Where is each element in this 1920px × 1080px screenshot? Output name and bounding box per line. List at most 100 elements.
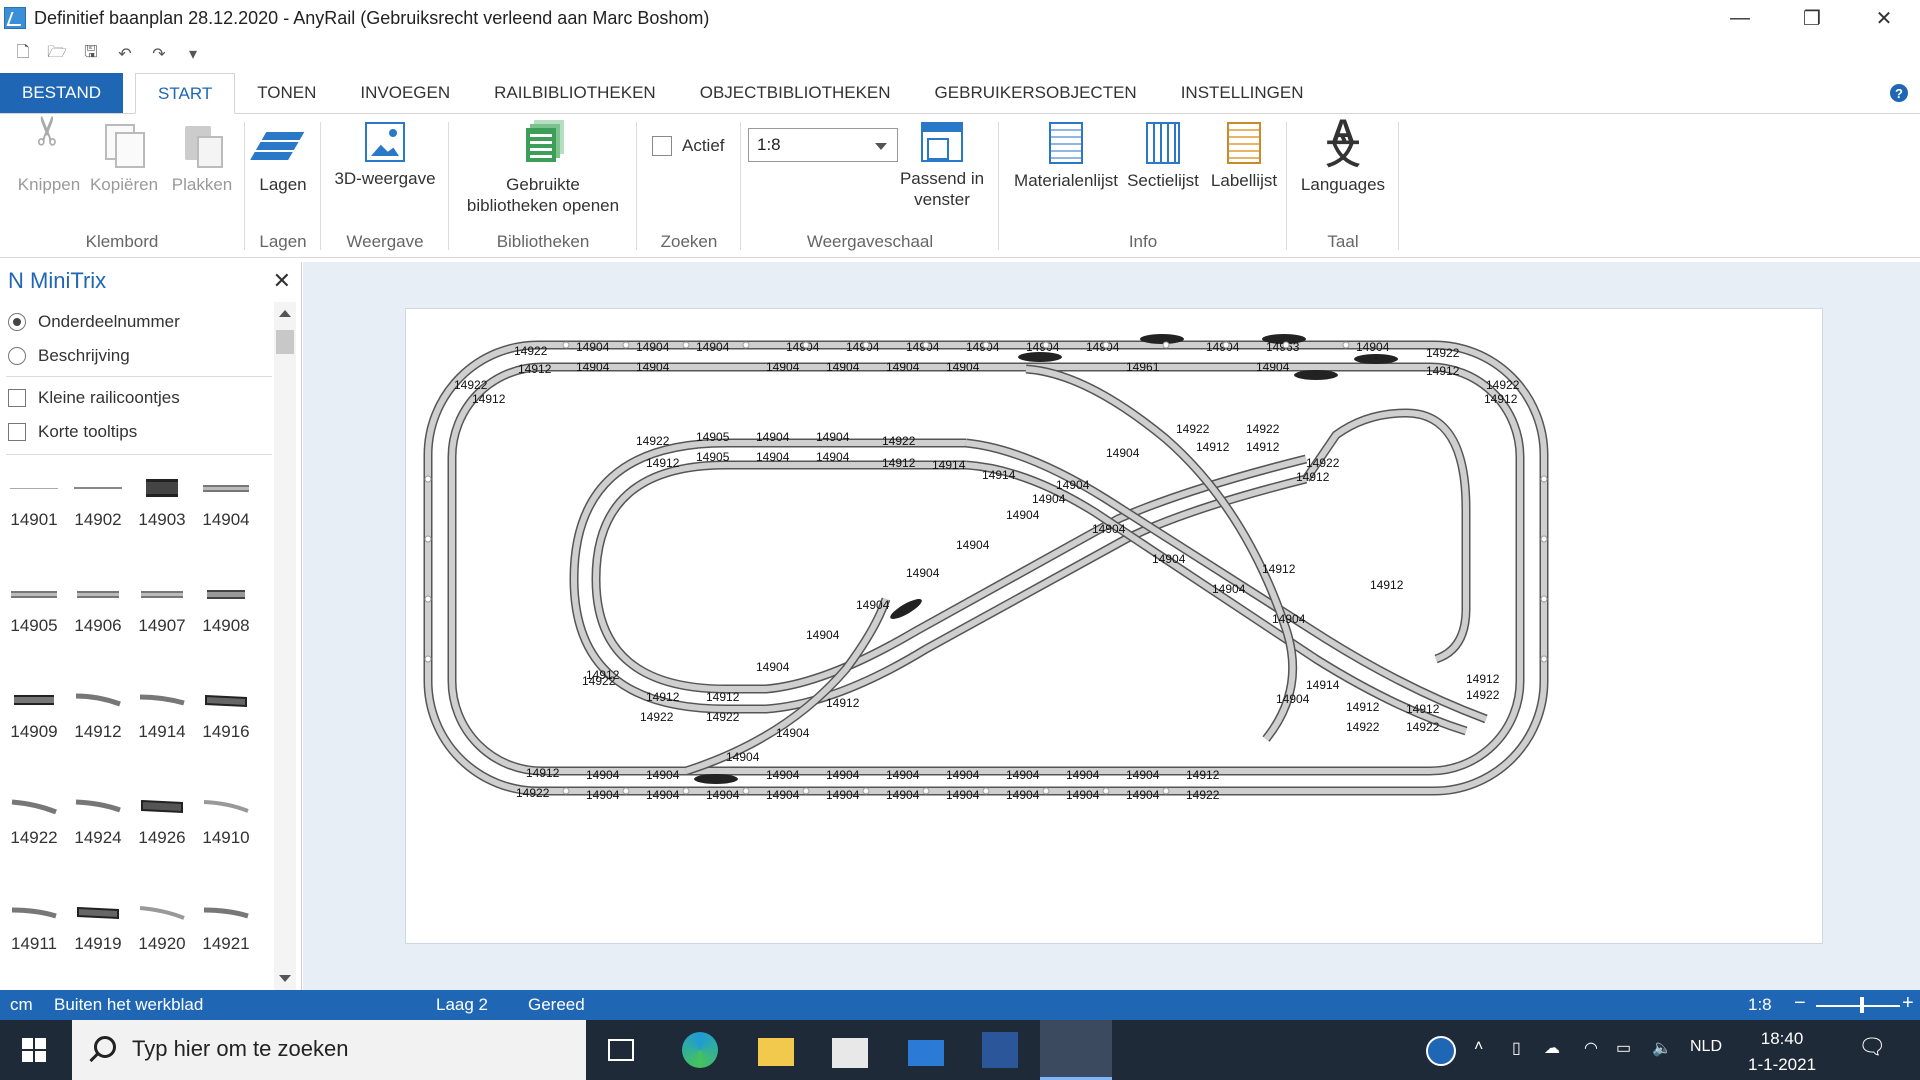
svg-text:14922: 14922 (636, 434, 670, 448)
anyrail-taskbar-icon[interactable] (1040, 1020, 1112, 1080)
redo-icon[interactable]: ↷ (148, 44, 170, 64)
file-explorer-icon[interactable] (758, 1038, 794, 1066)
label-list-icon (1227, 122, 1261, 164)
group-label-klembord: Klembord (85, 232, 159, 251)
edge-browser-icon[interactable] (682, 1032, 718, 1068)
part-14924[interactable]: 14924 (66, 770, 130, 870)
windows-start-icon[interactable] (22, 1038, 46, 1062)
tab-bestand[interactable]: BESTAND (0, 73, 124, 113)
zoom-out-button[interactable]: − (1794, 992, 1806, 1015)
materials-list-icon (1049, 122, 1083, 164)
radio-partnumber[interactable]: Onderdeelnummer (8, 312, 180, 332)
svg-text:14904: 14904 (846, 340, 880, 354)
tab-objectbibliotheken[interactable]: OBJECTBIBLIOTHEKEN (678, 73, 913, 113)
volume-icon[interactable]: 🔈 (1652, 1038, 1672, 1058)
part-14916[interactable]: 14916 (194, 664, 258, 764)
new-file-icon[interactable]: 🗋 (12, 41, 34, 68)
radio-description[interactable]: Beschrijving (8, 346, 130, 366)
open-used-libraries-button[interactable]: Gebruikte bibliotheken openen (450, 122, 636, 216)
tablet-icon[interactable]: ▯ (1512, 1038, 1521, 1058)
notification-icon[interactable]: 🗨 (1858, 1034, 1886, 1060)
part-14911[interactable]: 14911 (2, 876, 66, 976)
part-14922[interactable]: 14922 (2, 770, 66, 870)
part-14909[interactable]: 14909 (2, 664, 66, 764)
cloud-icon[interactable]: ☁ (1544, 1038, 1560, 1058)
minimize-button[interactable]: — (1704, 0, 1776, 36)
open-file-icon[interactable]: 🗁 (46, 41, 68, 68)
taskbar-search-box[interactable]: Typ hier om te zoeken (72, 1020, 586, 1080)
save-icon[interactable]: 🖫 (80, 41, 102, 68)
part-14903[interactable]: 14903 (130, 452, 194, 552)
drawing-canvas[interactable]: .tr { fill:none; stroke:#555; stroke-wid… (303, 262, 1920, 990)
task-view-icon[interactable] (608, 1039, 634, 1061)
chevron-up-icon[interactable]: ˄ (1474, 1038, 1483, 1056)
restore-button[interactable]: ❐ (1776, 0, 1848, 36)
part-14910[interactable]: 14910 (194, 770, 258, 870)
cut-button[interactable]: Knippen (14, 122, 84, 195)
svg-text:14904: 14904 (576, 340, 610, 354)
search-active-checkbox[interactable] (652, 136, 672, 156)
zoom-slider-thumb[interactable] (1860, 997, 1864, 1013)
layers-button[interactable]: Lagen (246, 122, 320, 195)
part-14902[interactable]: 14902 (66, 452, 130, 552)
tab-railbibliotheken[interactable]: RAILBIBLIOTHEKEN (472, 73, 678, 113)
part-14907[interactable]: 14907 (130, 558, 194, 658)
tab-gebruikersobjecten[interactable]: GEBRUIKERSOBJECTEN (913, 73, 1159, 113)
help-icon[interactable]: ? (1890, 84, 1908, 102)
undo-icon[interactable]: ↶ (114, 44, 136, 64)
part-14904[interactable]: 14904 (194, 452, 258, 552)
part-14921[interactable]: 14921 (194, 876, 258, 976)
fit-window-button[interactable]: Passend in venster (892, 122, 992, 210)
part-14912[interactable]: 14912 (66, 664, 130, 764)
help-tray-icon[interactable] (1426, 1036, 1456, 1066)
part-14919[interactable]: 14919 (66, 876, 130, 976)
copy-button[interactable]: Kopiëren (86, 122, 162, 195)
label-list-button[interactable]: Labellijst (1204, 122, 1284, 191)
scroll-down-icon[interactable] (279, 975, 291, 982)
svg-text:14904: 14904 (766, 360, 800, 374)
languages-button[interactable]: A文 Languages (1288, 115, 1398, 195)
checkbox-small-icons[interactable]: Kleine railicoontjes (8, 388, 180, 408)
customize-toolbar-icon[interactable]: ▾ (182, 44, 204, 64)
part-14926[interactable]: 14926 (130, 770, 194, 870)
radio-icon (8, 347, 26, 365)
zoom-slider[interactable] (1816, 1005, 1900, 1007)
taskbar-clock[interactable]: 18:40 1-1-2021 (1748, 1026, 1816, 1078)
materials-list-button[interactable]: Materialenlijst (1010, 122, 1122, 191)
svg-text:14922: 14922 (882, 434, 916, 448)
svg-text:14904: 14904 (1126, 768, 1160, 782)
3d-view-button[interactable]: 3D-weergave (322, 122, 448, 189)
panel-close-button[interactable]: ✕ (273, 268, 291, 294)
scale-combobox[interactable]: 1:8 (748, 128, 898, 162)
wifi-icon[interactable]: ◠ (1584, 1038, 1598, 1058)
inner-right-loop-track[interactable] (1302, 408, 1471, 664)
section-list-button[interactable]: Sectielijst (1124, 122, 1202, 191)
tab-instellingen[interactable]: INSTELLINGEN (1159, 73, 1326, 113)
worksheet[interactable]: .tr { fill:none; stroke:#555; stroke-wid… (405, 308, 1823, 944)
svg-text:14904: 14904 (1006, 768, 1040, 782)
part-14905[interactable]: 14905 (2, 558, 66, 658)
part-14908[interactable]: 14908 (194, 558, 258, 658)
paste-button[interactable]: Plakken (164, 122, 240, 195)
part-14901[interactable]: 14901 (2, 452, 66, 552)
tab-start[interactable]: START (135, 73, 236, 114)
panel-scrollbar[interactable] (274, 302, 296, 990)
zoom-in-button[interactable]: + (1902, 992, 1914, 1015)
battery-icon[interactable]: ▭ (1616, 1038, 1631, 1058)
tab-tonen[interactable]: TONEN (235, 73, 338, 113)
mail-icon[interactable] (908, 1040, 944, 1066)
word-icon[interactable] (982, 1032, 1018, 1068)
part-14906[interactable]: 14906 (66, 558, 130, 658)
store-icon[interactable] (832, 1038, 868, 1068)
checkbox-short-tooltips[interactable]: Korte tooltips (8, 422, 137, 442)
close-button[interactable]: ✕ (1848, 0, 1920, 36)
tab-invoegen[interactable]: INVOEGEN (338, 73, 472, 113)
part-14920[interactable]: 14920 (130, 876, 194, 976)
svg-text:14904: 14904 (586, 768, 620, 782)
group-label-bibliotheken: Bibliotheken (496, 232, 590, 251)
language-indicator[interactable]: NLD (1690, 1038, 1722, 1056)
svg-text:14912: 14912 (1484, 392, 1518, 406)
scroll-up-icon[interactable] (279, 310, 291, 317)
part-14914[interactable]: 14914 (130, 664, 194, 764)
scroll-thumb[interactable] (276, 330, 294, 354)
